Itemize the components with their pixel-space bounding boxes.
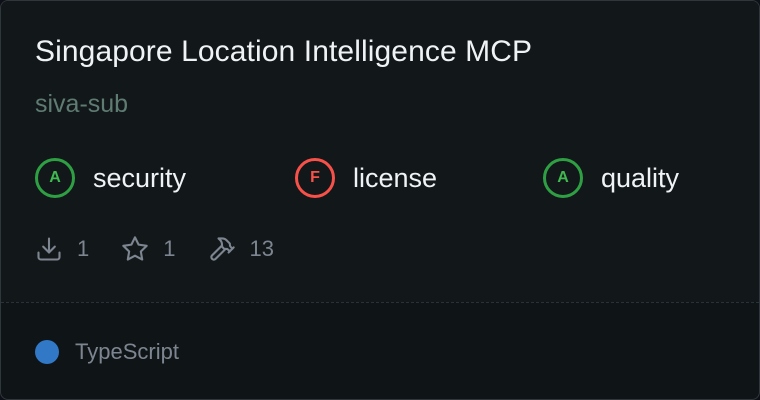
score-row: A security F license A quality — [35, 156, 735, 200]
quality-grade-badge: A — [543, 158, 583, 198]
stars-count: 1 — [163, 236, 176, 261]
security-grade-badge: A — [35, 158, 75, 198]
license-label: license — [353, 162, 438, 193]
server-card[interactable]: Singapore Location Intelligence MCP siva… — [0, 0, 760, 400]
card-title[interactable]: Singapore Location Intelligence MCP — [35, 35, 532, 69]
stat-downloads: 1 — [35, 235, 89, 263]
score-license: F license — [295, 156, 437, 200]
quality-label: quality — [601, 162, 680, 193]
score-security: A security — [35, 156, 186, 200]
language-name: TypeScript — [75, 339, 179, 364]
language-color-dot — [35, 340, 59, 364]
star-icon — [121, 235, 149, 263]
stat-tools: 13 — [208, 235, 274, 263]
card-owner[interactable]: siva-sub — [35, 90, 128, 119]
stat-stars: 1 — [121, 235, 176, 263]
card-footer: TypeScript — [35, 338, 179, 366]
security-label: security — [93, 162, 187, 193]
tools-count: 13 — [249, 236, 274, 261]
download-icon — [35, 235, 63, 263]
downloads-count: 1 — [77, 236, 90, 261]
score-quality: A quality — [543, 156, 679, 200]
stats-row: 1 1 13 — [35, 233, 306, 265]
card-header-area: Singapore Location Intelligence MCP siva… — [1, 1, 759, 302]
hammer-icon — [208, 235, 236, 263]
card-divider — [1, 302, 759, 303]
license-grade-badge: F — [295, 158, 335, 198]
